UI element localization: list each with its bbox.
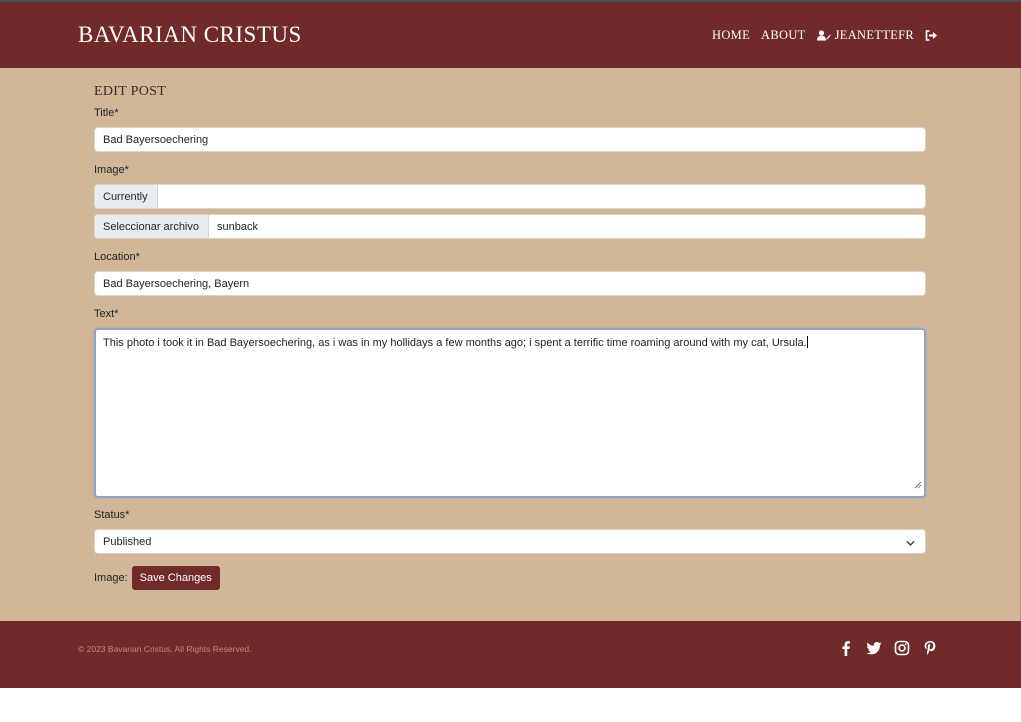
file-name: sunback: [217, 220, 258, 233]
page-title: EDIT POST: [94, 84, 167, 99]
chevron-down-icon: [906, 538, 915, 550]
nav-user-link[interactable]: JEANETTEFR: [816, 28, 914, 43]
text-caret: [806, 336, 808, 348]
user-edit-icon: [816, 30, 831, 41]
facebook-icon[interactable]: [838, 640, 854, 656]
text-textarea[interactable]: This photo i took it in Bad Bayersoecher…: [94, 328, 926, 498]
title-input-value: Bad Bayersoechering: [103, 133, 209, 146]
footer: © 2023 Bavarian Cristus. All Rights Rese…: [0, 621, 1021, 688]
nav-username: JEANETTEFR: [834, 28, 914, 42]
currently-addon: Currently: [95, 185, 158, 208]
status-select[interactable]: Published: [94, 529, 926, 554]
nav-about-link[interactable]: ABOUT: [761, 28, 806, 43]
location-input[interactable]: Bad Bayersoechering, Bayern: [94, 271, 926, 296]
logout-link[interactable]: [925, 30, 938, 41]
social-links: [838, 640, 938, 656]
location-input-value: Bad Bayersoechering, Bayern: [103, 277, 250, 290]
currently-field: Currently: [94, 184, 926, 209]
nav-home-link[interactable]: HOME: [712, 28, 750, 43]
file-input[interactable]: Seleccionar archivo sunback: [94, 214, 926, 239]
text-textarea-value: This photo i took it in Bad Bayersoecher…: [103, 337, 807, 349]
status-label: Status*: [94, 509, 130, 521]
image-inline-label: Image:: [94, 572, 128, 584]
title-label: Title*: [94, 107, 119, 119]
image-label: Image*: [94, 164, 129, 176]
save-row: Image: Save Changes: [94, 566, 220, 590]
sign-out-icon: [925, 30, 938, 41]
resize-handle-icon[interactable]: [914, 479, 922, 494]
copyright-text: © 2023 Bavarian Cristus. All Rights Rese…: [78, 644, 252, 654]
twitter-icon[interactable]: [866, 640, 882, 656]
instagram-icon[interactable]: [894, 640, 910, 656]
brand-logo[interactable]: BAVARIAN CRISTUS: [78, 22, 302, 48]
navbar: BAVARIAN CRISTUS HOME ABOUT JEANETTEFR: [0, 2, 1021, 68]
pinterest-icon[interactable]: [922, 640, 938, 656]
nav-links: HOME ABOUT JEANETTEFR: [712, 28, 938, 43]
status-select-value: Published: [103, 535, 152, 548]
save-changes-button[interactable]: Save Changes: [131, 566, 220, 590]
main-content: EDIT POST Title* Bad Bayersoechering Ima…: [0, 68, 1021, 621]
text-label: Text*: [94, 308, 119, 320]
location-label: Location*: [94, 251, 140, 263]
choose-file-button[interactable]: Seleccionar archivo: [95, 215, 209, 238]
title-input[interactable]: Bad Bayersoechering: [94, 127, 926, 152]
